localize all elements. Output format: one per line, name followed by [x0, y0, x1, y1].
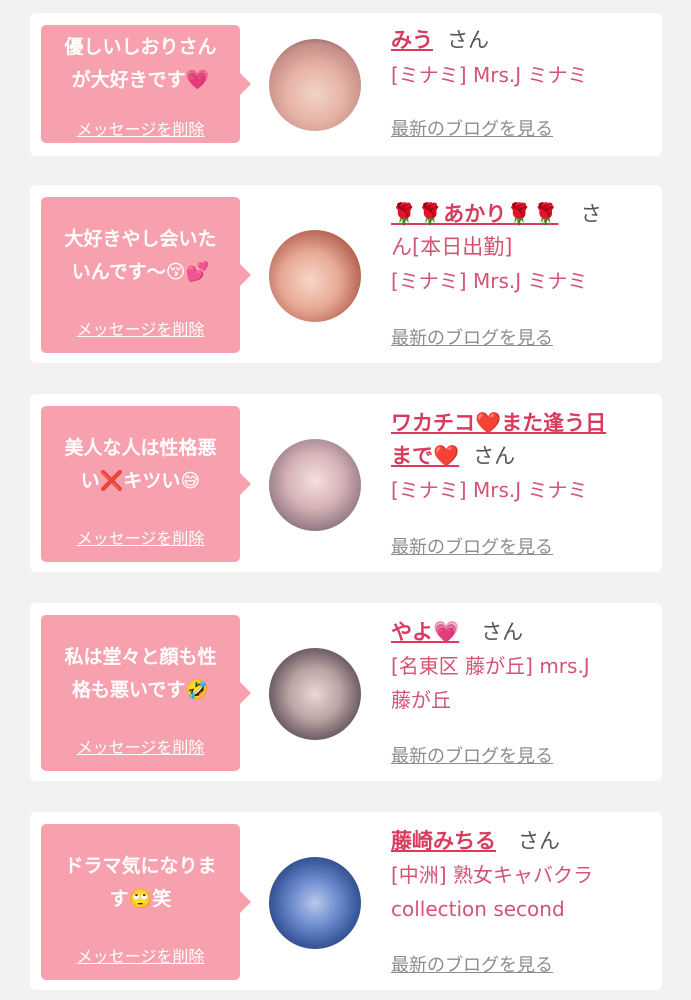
latest-blog-link[interactable]: 最新のブログを見る — [391, 324, 553, 350]
profile-info: 藤崎みちる さん [中洲] 熟女キャバクラ collection second — [391, 825, 653, 926]
name-line: 🌹🌹あかり🌹🌹 さ — [391, 198, 653, 231]
message-bubble: 優しいしおりさん が大好きです💗 メッセージを削除 — [41, 25, 251, 143]
message-bubble: 大好きやし会いた いんです〜😚💕 メッセージを削除 — [41, 197, 251, 353]
name-line: ん[本日出勤] — [391, 231, 653, 264]
profile-name-link[interactable]: やよ💗 — [391, 620, 459, 644]
profile-name-link[interactable]: みう — [391, 28, 433, 52]
honorific: さん — [518, 829, 560, 853]
name-line: みう さん — [391, 24, 653, 57]
avatar[interactable] — [269, 857, 361, 949]
profile-name-link[interactable]: 🌹🌹あかり🌹🌹 — [391, 202, 559, 226]
message-text: 優しいしおりさん が大好きです💗 — [49, 31, 232, 97]
honorific: さん — [473, 444, 516, 468]
message-line: ドラマ気になりま — [64, 855, 217, 877]
message-line: 優しいしおりさん — [64, 36, 217, 58]
shop-name: [ミナミ] Mrs.J ミナミ — [391, 63, 588, 87]
message-bubble: 美人な人は性格悪 い❌キツい😅 メッセージを削除 — [41, 406, 251, 562]
message-bubble: 私は堂々と顔も性 格も悪いです🤣 メッセージを削除 — [41, 615, 251, 771]
avatar[interactable] — [269, 39, 361, 131]
shop-name: [中洲] 熟女キャバクラ — [391, 863, 593, 887]
delete-message-link[interactable]: メッセージを削除 — [41, 316, 240, 340]
shop-name: [名東区 藤が丘] mrs.J — [391, 654, 590, 678]
shop-name: [ミナミ] Mrs.J ミナミ — [391, 269, 588, 293]
message-card: 優しいしおりさん が大好きです💗 メッセージを削除 みう さん [ミナミ] Mrs… — [30, 13, 662, 156]
name-line: 藤崎みちる さん — [391, 825, 653, 858]
profile-name-link[interactable]: ワカチコ❤️また逢う日 — [391, 411, 606, 435]
profile-info: ワカチコ❤️また逢う日 まで❤️ さん [ミナミ] Mrs.J ミナミ — [391, 407, 653, 507]
message-card: 私は堂々と顔も性 格も悪いです🤣 メッセージを削除 やよ💗 さん [名東区 藤が丘… — [30, 603, 662, 781]
message-text: 私は堂々と顔も性 格も悪いです🤣 — [49, 641, 232, 707]
latest-blog-link[interactable]: 最新のブログを見る — [391, 951, 553, 977]
profile-name-link[interactable]: 藤崎みちる — [391, 829, 496, 853]
shop-name-cont: 藤が丘 — [391, 688, 451, 712]
name-line: まで❤️ さん — [391, 440, 653, 473]
message-line: す🙄笑 — [109, 888, 172, 910]
avatar[interactable] — [269, 439, 361, 531]
name-line: ワカチコ❤️また逢う日 — [391, 407, 653, 440]
honorific: さん — [481, 620, 524, 644]
message-line: いんです〜😚💕 — [71, 261, 210, 283]
work-status: ん[本日出勤] — [391, 235, 513, 259]
shop-name-cont: collection second — [391, 897, 565, 921]
message-line: が大好きです💗 — [71, 69, 210, 91]
profile-info: やよ💗 さん [名東区 藤が丘] mrs.J 藤が丘 — [391, 616, 653, 717]
profile-info: 🌹🌹あかり🌹🌹 さ ん[本日出勤] [ミナミ] Mrs.J ミナミ — [391, 198, 653, 298]
message-line: 美人な人は性格悪 — [64, 437, 217, 459]
message-line: 私は堂々と顔も性 — [64, 646, 217, 668]
avatar[interactable] — [269, 648, 361, 740]
message-text: ドラマ気になりま す🙄笑 — [49, 850, 232, 916]
shop-name: [ミナミ] Mrs.J ミナミ — [391, 478, 588, 502]
delete-message-link[interactable]: メッセージを削除 — [41, 734, 240, 758]
profile-name-link-cont[interactable]: まで❤️ — [391, 444, 459, 468]
latest-blog-link[interactable]: 最新のブログを見る — [391, 533, 553, 559]
message-text: 美人な人は性格悪 い❌キツい😅 — [49, 432, 232, 498]
honorific: さ — [580, 202, 602, 226]
message-card: ドラマ気になりま す🙄笑 メッセージを削除 藤崎みちる さん [中洲] 熟女キャバ… — [30, 812, 662, 990]
avatar[interactable] — [269, 230, 361, 322]
honorific: さん — [447, 28, 489, 52]
delete-message-link[interactable]: メッセージを削除 — [41, 943, 240, 967]
message-line: 大好きやし会いた — [64, 228, 217, 250]
latest-blog-link[interactable]: 最新のブログを見る — [391, 115, 553, 141]
message-card: 大好きやし会いた いんです〜😚💕 メッセージを削除 🌹🌹あかり🌹🌹 さ ん[本日出… — [30, 185, 662, 363]
message-bubble: ドラマ気になりま す🙄笑 メッセージを削除 — [41, 824, 251, 980]
message-text: 大好きやし会いた いんです〜😚💕 — [49, 223, 232, 289]
message-line: い❌キツい😅 — [80, 470, 201, 492]
profile-info: みう さん [ミナミ] Mrs.J ミナミ — [391, 24, 653, 92]
name-line: やよ💗 さん — [391, 616, 653, 649]
message-line: 格も悪いです🤣 — [71, 679, 210, 701]
delete-message-link[interactable]: メッセージを削除 — [41, 116, 240, 140]
message-card: 美人な人は性格悪 い❌キツい😅 メッセージを削除 ワカチコ❤️また逢う日 まで❤… — [30, 394, 662, 572]
delete-message-link[interactable]: メッセージを削除 — [41, 525, 240, 549]
latest-blog-link[interactable]: 最新のブログを見る — [391, 742, 553, 768]
message-list: 優しいしおりさん が大好きです💗 メッセージを削除 みう さん [ミナミ] Mrs… — [0, 0, 691, 1000]
